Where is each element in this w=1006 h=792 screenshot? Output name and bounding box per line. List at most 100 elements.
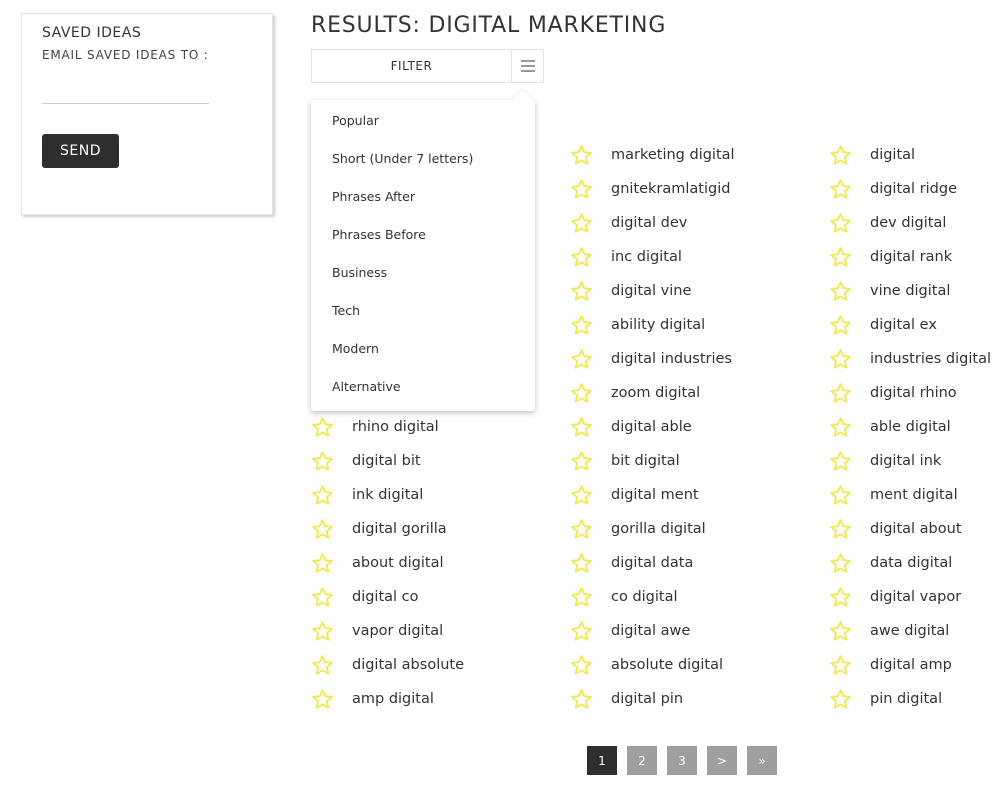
result-item[interactable]: inc digital	[570, 240, 800, 274]
star-outline-icon[interactable]	[311, 552, 334, 574]
star-outline-icon[interactable]	[570, 416, 593, 438]
result-item[interactable]: about digital	[311, 546, 541, 580]
star-outline-icon[interactable]	[311, 450, 334, 472]
star-outline-icon[interactable]	[570, 178, 593, 200]
star-outline-icon[interactable]	[570, 246, 593, 268]
page-button[interactable]: »	[747, 746, 777, 775]
star-outline-icon[interactable]	[311, 518, 334, 540]
result-item[interactable]: gnitekramlatigid	[570, 172, 800, 206]
result-item[interactable]: dev digital	[829, 206, 1006, 240]
star-outline-icon[interactable]	[829, 348, 852, 370]
result-item[interactable]: digital ment	[570, 478, 800, 512]
star-outline-icon[interactable]	[311, 688, 334, 710]
result-item[interactable]: data digital	[829, 546, 1006, 580]
star-outline-icon[interactable]	[570, 688, 593, 710]
page-button[interactable]: 3	[667, 746, 697, 775]
result-item[interactable]: awe digital	[829, 614, 1006, 648]
star-outline-icon[interactable]	[570, 280, 593, 302]
result-item[interactable]: digital vine	[570, 274, 800, 308]
result-item[interactable]: ability digital	[570, 308, 800, 342]
result-item[interactable]: absolute digital	[570, 648, 800, 682]
result-item[interactable]: ink digital	[311, 478, 541, 512]
star-outline-icon[interactable]	[829, 484, 852, 506]
page-button[interactable]: >	[707, 746, 737, 775]
page-button[interactable]: 1	[587, 746, 617, 775]
star-outline-icon[interactable]	[829, 586, 852, 608]
star-outline-icon[interactable]	[829, 416, 852, 438]
result-item[interactable]: able digital	[829, 410, 1006, 444]
result-item[interactable]: co digital	[570, 580, 800, 614]
result-item[interactable]: zoom digital	[570, 376, 800, 410]
result-item[interactable]: industries digital	[829, 342, 1006, 376]
filter-option[interactable]: Popular	[311, 108, 535, 146]
result-item[interactable]: digital ink	[829, 444, 1006, 478]
star-outline-icon[interactable]	[570, 212, 593, 234]
filter-menu-toggle[interactable]	[511, 50, 543, 82]
filter-option[interactable]: Tech	[311, 298, 535, 336]
star-outline-icon[interactable]	[829, 314, 852, 336]
result-item[interactable]: amp digital	[311, 682, 541, 716]
star-outline-icon[interactable]	[829, 654, 852, 676]
send-button[interactable]: SEND	[42, 134, 119, 168]
star-outline-icon[interactable]	[311, 484, 334, 506]
result-item[interactable]: digital dev	[570, 206, 800, 240]
result-item[interactable]: digital gorilla	[311, 512, 541, 546]
result-item[interactable]: marketing digital	[570, 138, 800, 172]
result-item[interactable]: vine digital	[829, 274, 1006, 308]
star-outline-icon[interactable]	[570, 348, 593, 370]
result-item[interactable]: digital ex	[829, 308, 1006, 342]
star-outline-icon[interactable]	[570, 552, 593, 574]
star-outline-icon[interactable]	[829, 178, 852, 200]
result-item[interactable]: digital co	[311, 580, 541, 614]
filter-option[interactable]: Business	[311, 260, 535, 298]
star-outline-icon[interactable]	[570, 450, 593, 472]
star-outline-icon[interactable]	[829, 620, 852, 642]
result-item[interactable]: pin digital	[829, 682, 1006, 716]
result-item[interactable]: digital vapor	[829, 580, 1006, 614]
result-item[interactable]: bit digital	[570, 444, 800, 478]
star-outline-icon[interactable]	[570, 586, 593, 608]
result-item[interactable]: ment digital	[829, 478, 1006, 512]
filter-option[interactable]: Phrases Before	[311, 222, 535, 260]
result-item[interactable]: digital industries	[570, 342, 800, 376]
result-item[interactable]: gorilla digital	[570, 512, 800, 546]
result-item[interactable]: rhino digital	[311, 410, 541, 444]
star-outline-icon[interactable]	[829, 246, 852, 268]
star-outline-icon[interactable]	[311, 620, 334, 642]
filter-option[interactable]: Modern	[311, 336, 535, 374]
star-outline-icon[interactable]	[829, 280, 852, 302]
star-outline-icon[interactable]	[570, 620, 593, 642]
email-input[interactable]	[42, 84, 209, 104]
filter-option[interactable]: Short (Under 7 letters)	[311, 146, 535, 184]
filter-button[interactable]: FILTER	[312, 50, 511, 82]
result-item[interactable]: vapor digital	[311, 614, 541, 648]
result-item[interactable]: digital amp	[829, 648, 1006, 682]
result-item[interactable]: digital pin	[570, 682, 800, 716]
result-item[interactable]: digital rhino	[829, 376, 1006, 410]
star-outline-icon[interactable]	[829, 212, 852, 234]
star-outline-icon[interactable]	[570, 484, 593, 506]
result-item[interactable]: digital about	[829, 512, 1006, 546]
star-outline-icon[interactable]	[829, 552, 852, 574]
star-outline-icon[interactable]	[829, 144, 852, 166]
star-outline-icon[interactable]	[570, 518, 593, 540]
star-outline-icon[interactable]	[311, 654, 334, 676]
page-button[interactable]: 2	[627, 746, 657, 775]
result-item[interactable]: digital	[829, 138, 1006, 172]
result-item[interactable]: digital ridge	[829, 172, 1006, 206]
star-outline-icon[interactable]	[311, 416, 334, 438]
star-outline-icon[interactable]	[570, 314, 593, 336]
result-item[interactable]: digital absolute	[311, 648, 541, 682]
star-outline-icon[interactable]	[829, 518, 852, 540]
star-outline-icon[interactable]	[829, 450, 852, 472]
filter-option[interactable]: Phrases After	[311, 184, 535, 222]
star-outline-icon[interactable]	[570, 144, 593, 166]
result-item[interactable]: digital able	[570, 410, 800, 444]
star-outline-icon[interactable]	[829, 688, 852, 710]
star-outline-icon[interactable]	[570, 382, 593, 404]
star-outline-icon[interactable]	[311, 586, 334, 608]
star-outline-icon[interactable]	[570, 654, 593, 676]
result-item[interactable]: digital rank	[829, 240, 1006, 274]
filter-option[interactable]: Alternative	[311, 374, 535, 412]
result-item[interactable]: digital awe	[570, 614, 800, 648]
